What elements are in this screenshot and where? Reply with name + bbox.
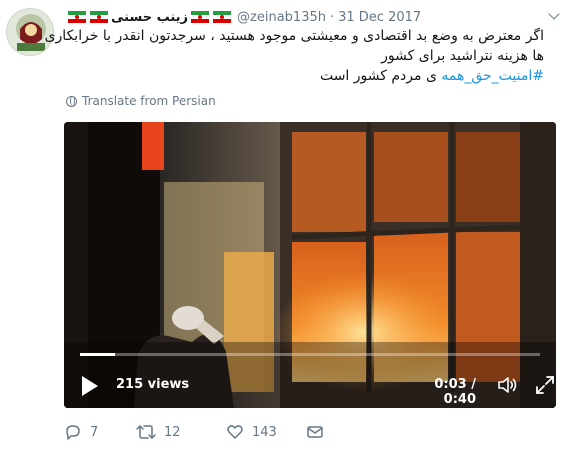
retweet-icon <box>136 425 156 439</box>
message-icon <box>307 426 323 438</box>
play-icon[interactable] <box>82 376 98 396</box>
reply-count: 7 <box>90 424 99 440</box>
like-button[interactable]: 143 <box>226 420 277 444</box>
retweet-count: 12 <box>164 424 181 440</box>
translate-link[interactable]: Translate from Persian <box>66 94 216 108</box>
tweet-text-line: ها هزینه نتراشید برای کشور <box>381 48 544 64</box>
volume-icon[interactable] <box>496 374 518 396</box>
iran-flag-icon <box>90 11 108 23</box>
tweet-actions: 7 12 143 <box>64 420 364 444</box>
message-button[interactable] <box>306 420 332 444</box>
tweet-header: زینب حسنی @zeinab135h · 31 Dec 2017 <box>66 8 421 26</box>
tweet-card: زینب حسنی @zeinab135h · 31 Dec 2017 اگر … <box>0 0 572 450</box>
iran-flag-icon <box>68 11 86 23</box>
fullscreen-icon[interactable] <box>534 374 556 396</box>
chevron-down-icon[interactable] <box>548 8 560 20</box>
translate-label: Translate from Persian <box>82 94 216 108</box>
tweet-date[interactable]: 31 Dec 2017 <box>338 10 421 25</box>
tweet-text-line: اگر معترض به وضع بد اقتصادی و معیشتی موج… <box>44 28 544 44</box>
separator-dot: · <box>329 9 335 25</box>
view-count: 215 views <box>116 377 190 392</box>
progress-bar[interactable] <box>80 353 540 356</box>
iran-flag-icon <box>191 11 210 23</box>
globe-icon <box>66 95 77 107</box>
video-frame <box>64 122 556 408</box>
tweet-text-line: #امنیت_حق_همه ی مردم کشور است <box>66 66 544 86</box>
user-handle[interactable]: @zeinab135h <box>237 10 326 25</box>
hashtag-link[interactable]: #امنیت_حق_همه <box>441 68 544 84</box>
iran-flag-icon <box>213 11 232 23</box>
tweet-text-tail: ی مردم کشور است <box>319 68 437 84</box>
display-name[interactable]: زینب حسنی <box>111 10 188 25</box>
like-icon <box>227 425 243 439</box>
reply-button[interactable]: 7 <box>64 420 98 444</box>
video-time: 0:03 / 0:40 <box>434 377 476 407</box>
progress-fill <box>80 353 115 356</box>
retweet-button[interactable]: 12 <box>136 420 181 444</box>
like-count: 143 <box>252 424 277 440</box>
reply-icon <box>66 425 80 440</box>
video-player[interactable]: 215 views 0:03 / 0:40 <box>64 122 556 408</box>
